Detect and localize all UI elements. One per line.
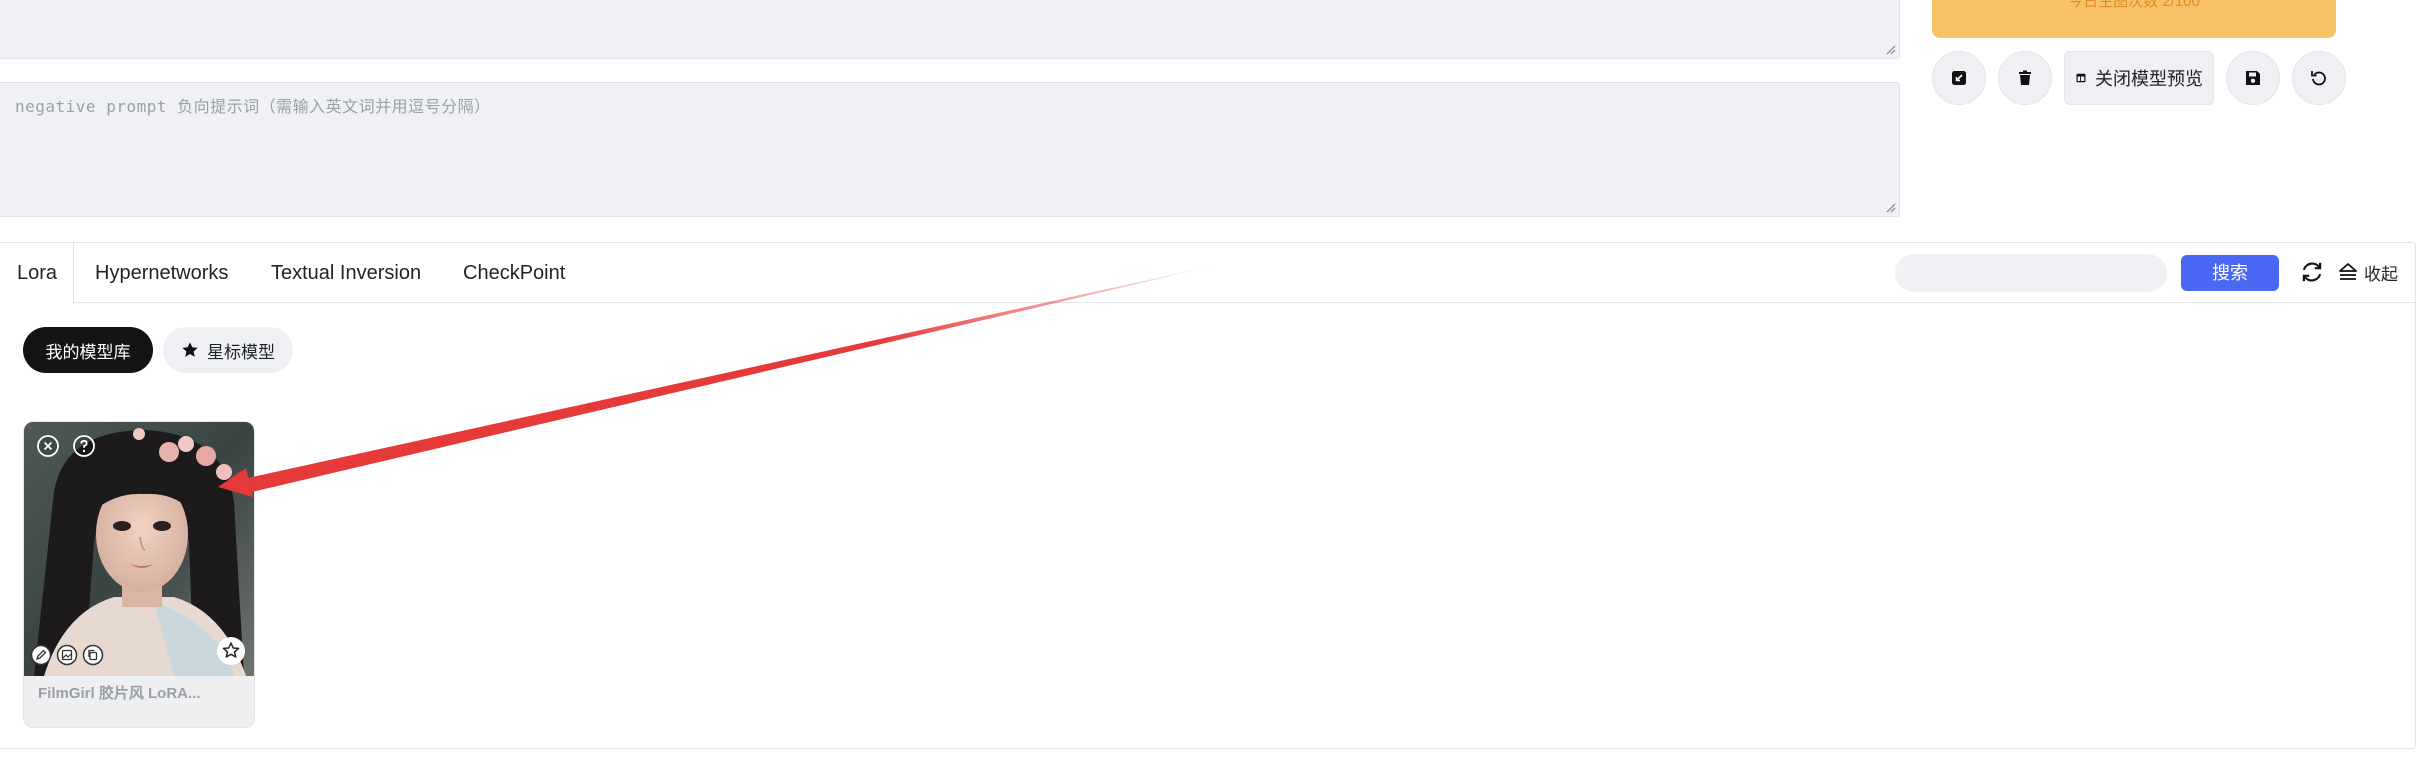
help-circle-icon[interactable]: [72, 434, 96, 458]
resize-grip-icon[interactable]: [1884, 201, 1896, 213]
save-icon: [2246, 71, 2260, 85]
close-preview-button[interactable]: 关闭模型预览: [2064, 51, 2214, 105]
star-icon: [182, 342, 198, 357]
layout-icon: [2076, 73, 2086, 83]
generate-count: 今日生图次数 2/100: [2068, 0, 2200, 10]
tab-hypernetworks[interactable]: Hypernetworks: [95, 243, 228, 303]
model-card[interactable]: FilmGirl 胶片风 LoRA...: [23, 421, 255, 728]
close-circle-icon[interactable]: [36, 434, 60, 458]
eject-icon: [2339, 263, 2357, 280]
prompt-textarea[interactable]: [0, 0, 1900, 59]
tab-textual-inversion[interactable]: Textual Inversion: [271, 243, 421, 303]
my-library-filter[interactable]: 我的模型库: [23, 327, 153, 373]
negative-prompt-textarea[interactable]: negative prompt 负向提示词（需输入英文词并用逗号分隔）: [0, 82, 1900, 217]
collapse-button[interactable]: 收起: [2337, 257, 2398, 287]
delete-button[interactable]: [1998, 51, 2052, 105]
page-root: negative prompt 负向提示词（需输入英文词并用逗号分隔） 今日生图…: [0, 0, 2420, 760]
apply-button[interactable]: [1932, 51, 1986, 105]
model-tabs: Lora Hypernetworks Textual Inversion Che…: [0, 243, 2415, 304]
model-card-title: FilmGirl 胶片风 LoRA...: [38, 685, 201, 702]
reset-button[interactable]: [2292, 51, 2346, 105]
copy-icon[interactable]: [82, 644, 104, 666]
model-search-input[interactable]: [1895, 254, 2167, 292]
model-panel: Lora Hypernetworks Textual Inversion Che…: [0, 242, 2416, 749]
refresh-icon[interactable]: [2299, 259, 2325, 285]
generate-button[interactable]: 今日生图次数 2/100: [1932, 0, 2336, 38]
resize-grip-icon[interactable]: [1884, 43, 1896, 55]
tab-checkpoint[interactable]: CheckPoint: [463, 243, 565, 303]
search-button[interactable]: 搜索: [2181, 255, 2279, 291]
my-library-label: 我的模型库: [45, 342, 131, 362]
collapse-label: 收起: [2364, 264, 2398, 284]
starred-filter[interactable]: 星标模型: [163, 327, 293, 373]
star-outline-icon[interactable]: [216, 636, 246, 666]
close-preview-label: 关闭模型预览: [2095, 69, 2203, 89]
arrow-down-left-icon: [1952, 71, 1966, 85]
negative-prompt-placeholder: negative prompt 负向提示词（需输入英文词并用逗号分隔）: [15, 97, 491, 116]
edit-icon[interactable]: [30, 644, 52, 666]
tab-lora[interactable]: Lora: [0, 243, 75, 304]
undo-icon: [2311, 71, 2326, 86]
image-icon[interactable]: [56, 644, 78, 666]
starred-label: 星标模型: [207, 342, 275, 362]
trash-icon: [2019, 70, 2031, 85]
save-button[interactable]: [2226, 51, 2280, 105]
